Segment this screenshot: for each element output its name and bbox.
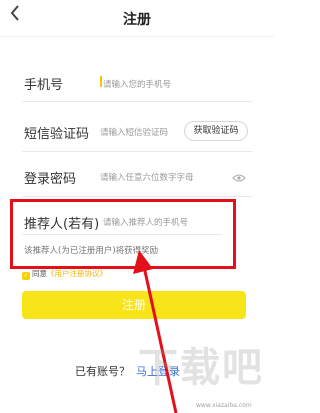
- referrer-label: 推荐人(若有): [24, 217, 100, 232]
- agreement-row[interactable]: ✓ 同意《用户注册协议》: [22, 268, 107, 280]
- password-input[interactable]: 请输入任意六位数字字母: [100, 171, 194, 183]
- eye-icon[interactable]: [232, 174, 246, 182]
- referrer-input[interactable]: 请输入推荐人的手机号: [103, 216, 188, 228]
- watermark-logo: 下载吧: [138, 345, 264, 391]
- divider: [22, 234, 222, 235]
- header-bar: 注册: [0, 0, 274, 37]
- get-code-button[interactable]: 获取验证码: [184, 121, 248, 141]
- divider: [22, 151, 252, 152]
- sms-label: 短信验证码: [24, 127, 90, 142]
- referrer-hint: 该推荐人(为已注册用户)将获得奖励: [24, 246, 159, 256]
- checkbox-icon[interactable]: ✓: [22, 272, 30, 280]
- input-caret: [100, 76, 102, 87]
- agreement-link[interactable]: 《用户注册协议》: [47, 269, 107, 278]
- divider: [22, 196, 252, 197]
- footer-text: 已有账号？: [75, 365, 130, 378]
- register-button[interactable]: 注册: [22, 291, 246, 319]
- phone-label: 手机号: [24, 78, 64, 93]
- sms-input[interactable]: 请输入短信验证码: [100, 126, 168, 138]
- phone-input[interactable]: 请输入您的手机号: [103, 78, 171, 90]
- password-label: 登录密码: [24, 172, 77, 187]
- watermark-url: www.xiazaiba.com: [196, 402, 252, 409]
- agreement-prefix: 同意: [32, 269, 47, 278]
- divider: [22, 101, 252, 102]
- page-title: 注册: [123, 12, 151, 28]
